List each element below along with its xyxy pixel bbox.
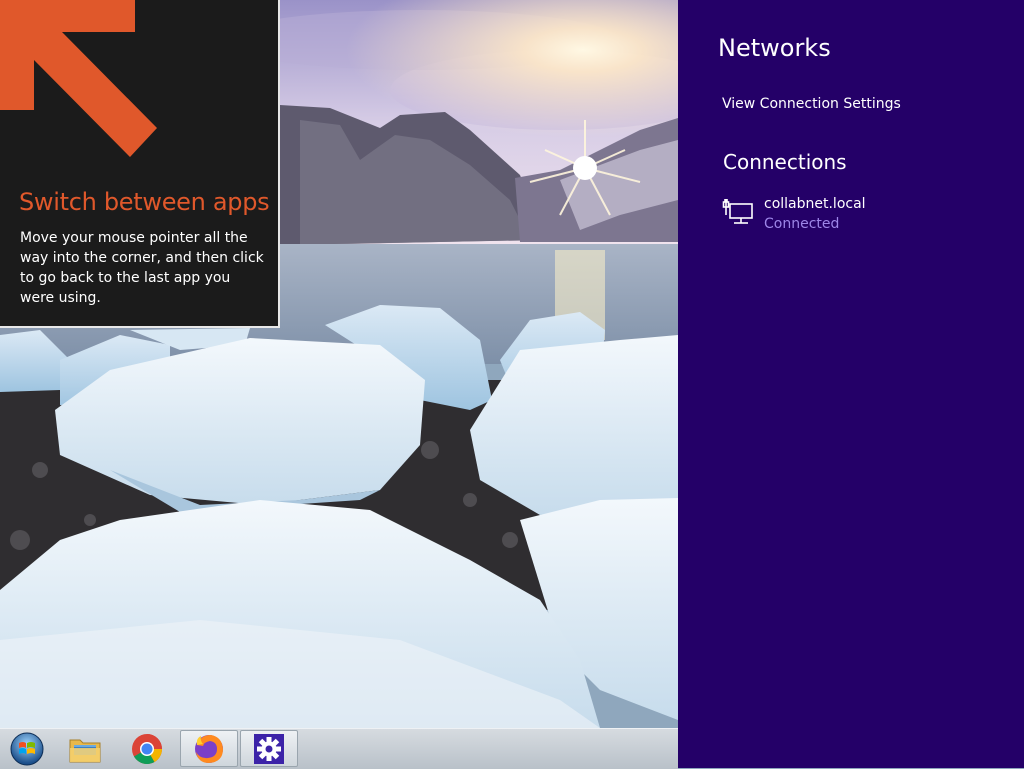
connection-status: Connected xyxy=(764,216,840,232)
tip-title: Switch between apps xyxy=(19,188,270,216)
gear-icon xyxy=(254,733,284,764)
networks-charm: Networks View Connection Settings Connec… xyxy=(678,0,1024,768)
settings-button[interactable] xyxy=(240,730,298,767)
wired-network-icon xyxy=(722,199,753,224)
networks-title: Networks xyxy=(718,34,831,62)
windows-logo-icon xyxy=(10,732,44,765)
connections-heading: Connections xyxy=(723,150,847,174)
chrome-icon xyxy=(132,733,162,764)
firefox-button[interactable] xyxy=(180,730,238,767)
connection-name: collabnet.local xyxy=(764,196,866,212)
folder-icon xyxy=(69,739,101,762)
chrome-button[interactable] xyxy=(118,730,176,767)
arrow-up-left-icon xyxy=(0,0,157,157)
taskbar xyxy=(0,728,678,769)
connection-item-collabnet[interactable]: collabnet.local Connected xyxy=(722,193,1002,239)
start-button[interactable] xyxy=(0,730,54,767)
tip-panel: Switch between apps Move your mouse poin… xyxy=(0,0,280,328)
view-connection-settings-link[interactable]: View Connection Settings xyxy=(722,96,901,112)
firefox-icon xyxy=(195,734,223,763)
file-explorer-button[interactable] xyxy=(56,730,114,767)
tip-text: Move your mouse pointer all the way into… xyxy=(20,230,264,306)
